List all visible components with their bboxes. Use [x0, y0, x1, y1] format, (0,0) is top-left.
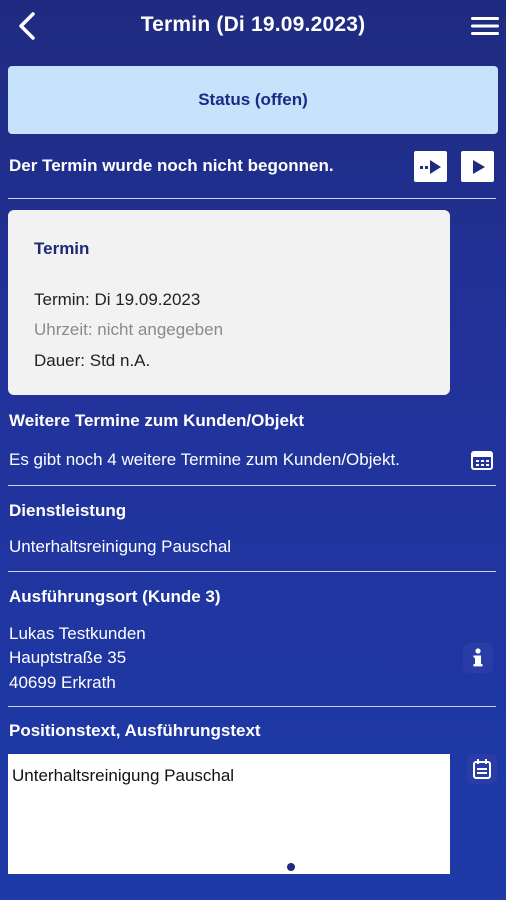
ausfuehrungsort-city: 40699 Erkrath [9, 673, 116, 692]
termin-date: Termin: Di 19.09.2023 [34, 290, 201, 309]
weitere-termine-text: Es gibt noch 4 weitere Termine zum Kunde… [9, 450, 400, 469]
weitere-termine-title: Weitere Termine zum Kunden/Objekt [9, 411, 305, 430]
hamburger-menu-icon [471, 17, 499, 35]
calendar-icon [471, 451, 493, 470]
play-button[interactable] [461, 151, 494, 182]
info-icon [473, 648, 483, 667]
divider [8, 706, 496, 707]
divider [8, 571, 496, 572]
status-button[interactable]: Status (offen) [8, 66, 498, 134]
status-message: Der Termin wurde noch nicht begonnen. [9, 156, 334, 175]
ausfuehrungsort-title: Ausführungsort (Kunde 3) [9, 587, 221, 606]
skip-play-icon [419, 159, 441, 174]
menu-button[interactable] [470, 14, 500, 38]
termin-duration: Dauer: Std n.A. [34, 351, 151, 370]
ausfuehrungsort-info-button[interactable] [463, 643, 493, 673]
top-bar: Termin (Di 19.09.2023) [0, 0, 506, 54]
ausfuehrungsort-street: Hauptstraße 35 [9, 648, 127, 667]
termin-card: Termin Termin: Di 19.09.2023 Uhrzeit: ni… [8, 210, 450, 395]
positionstext-title: Positionstext, Ausführungstext [9, 721, 261, 740]
scroll-indicator [287, 863, 295, 871]
page-title: Termin (Di 19.09.2023) [140, 13, 366, 36]
positionstext-field[interactable]: Unterhaltsreinigung Pauschal [8, 754, 450, 874]
dienstleistung-text: Unterhaltsreinigung Pauschal [9, 537, 232, 556]
calendar-icon [473, 759, 491, 779]
skip-play-button[interactable] [414, 151, 447, 182]
weitere-termine-calendar-button[interactable] [467, 445, 497, 475]
positionstext-calendar-button[interactable] [467, 754, 497, 784]
dienstleistung-title: Dienstleistung [9, 501, 127, 520]
termin-card-title: Termin [34, 239, 90, 258]
ausfuehrungsort-name: Lukas Testkunden [9, 624, 146, 643]
divider [8, 485, 496, 486]
play-icon [472, 159, 485, 174]
divider [8, 198, 496, 199]
termin-time: Uhrzeit: nicht angegeben [34, 320, 224, 339]
